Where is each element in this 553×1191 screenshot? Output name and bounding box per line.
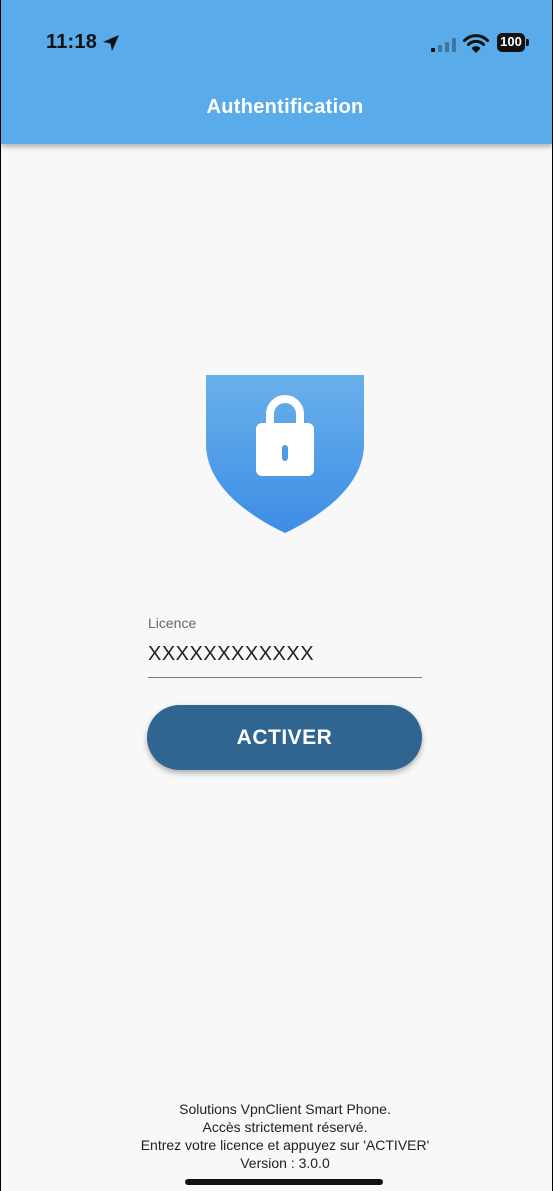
cellular-signal-icon	[431, 38, 456, 52]
licence-underline	[148, 677, 422, 678]
licence-input[interactable]	[148, 640, 422, 668]
footer-info: Solutions VpnClient Smart Phone. Accès s…	[1, 1100, 552, 1172]
footer-version: Version : 3.0.0	[240, 1155, 330, 1171]
wifi-icon	[463, 34, 489, 53]
status-bar: 11:18 100	[1, 0, 552, 90]
footer-instructions: Entrez votre licence et appuyez sur 'ACT…	[140, 1137, 430, 1153]
activate-button[interactable]: ACTIVER	[147, 705, 422, 770]
location-arrow-icon	[103, 35, 119, 51]
footer-company: Solutions VpnClient Smart Phone.	[179, 1101, 391, 1117]
status-time: 11:18	[46, 31, 98, 53]
licence-field: Licence	[148, 612, 422, 680]
page-title: Authentification	[206, 96, 364, 118]
home-indicator[interactable]	[185, 1179, 383, 1185]
footer-access-note: Accès strictement réservé.	[202, 1119, 368, 1135]
battery-level: 100	[500, 34, 522, 49]
app-header: 11:18 100 Authentification	[1, 0, 552, 144]
battery-icon: 100	[497, 33, 531, 52]
licence-label: Licence	[148, 615, 197, 631]
app-screen: 11:18 100 Authentification Licence XXXXX…	[0, 0, 553, 1191]
shield-lock-icon	[206, 375, 364, 533]
